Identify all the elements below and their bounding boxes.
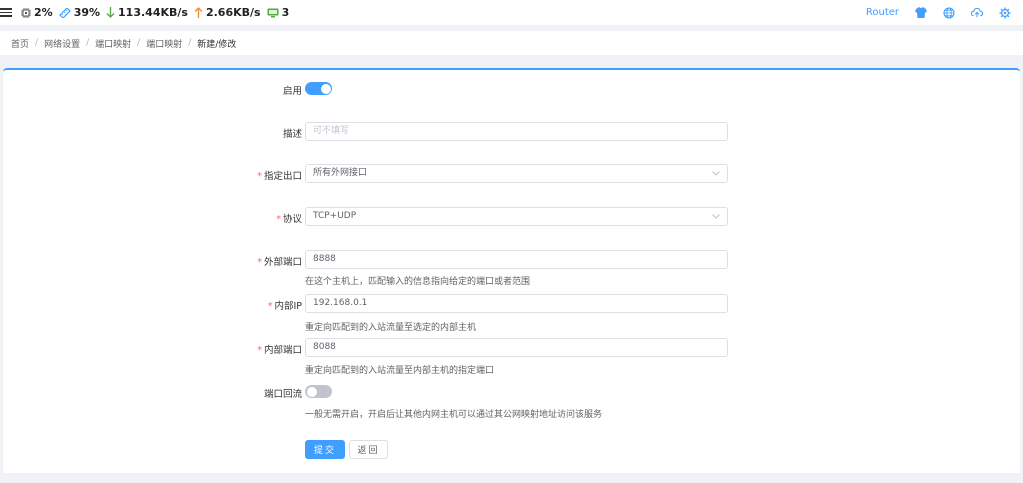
memory-icon: [58, 7, 71, 18]
gear-icon[interactable]: [999, 7, 1011, 19]
internal-ip-hint: 重定向匹配到的入站流量至选定的内部主机: [305, 323, 477, 333]
internal-ip-value: 192.168.0.1: [313, 298, 368, 308]
upload-arrow-icon: [194, 7, 203, 18]
port-mapping-form: 启用 描述 可不填写 * 指定出口 所有外网接口 * 协议 TCP+UDP * 外部端…: [3, 68, 1020, 473]
memory-stat: 39%: [58, 6, 101, 19]
external-port-value: 8888: [313, 254, 336, 264]
breadcrumb-separator: /: [35, 38, 39, 48]
tshirt-icon[interactable]: [915, 7, 927, 19]
external-port-input[interactable]: 8888: [305, 250, 728, 269]
submit-button[interactable]: 提交: [305, 440, 345, 459]
internal-ip-input[interactable]: 192.168.0.1: [305, 294, 728, 313]
enable-row: 启用: [3, 82, 1020, 97]
loopback-hint: 一般无需开启，开启后让其他内网主机可以通过其公网映射地址访问该服务: [305, 410, 603, 420]
router-link[interactable]: Router: [866, 7, 899, 18]
breadcrumb-separator: /: [188, 38, 192, 48]
cpu-value: 2%: [34, 6, 53, 19]
loopback-row: 端口回流 一般无需开启，开启后让其他内网主机可以通过其公网映射地址访问该服务: [3, 385, 1020, 420]
internal-ip-label: * 内部IP: [267, 301, 302, 312]
top-right-actions: Router: [866, 0, 1011, 25]
monitor-icon: [267, 8, 279, 17]
download-value: 113.44KB/s: [118, 6, 188, 19]
cloud-upload-icon[interactable]: [971, 7, 983, 19]
external-port-hint: 在这个主机上，匹配输入的信息指向给定的端口或者范围: [305, 277, 531, 287]
outlet-select[interactable]: 所有外网接口: [305, 164, 728, 183]
breadcrumb: 首页 / 网络设置 / 端口映射 / 端口映射 / 新建/修改: [0, 31, 1023, 55]
required-asterisk: *: [276, 214, 281, 225]
description-input[interactable]: 可不填写: [305, 122, 728, 141]
breadcrumb-port-mapping[interactable]: 端口映射: [95, 37, 131, 50]
memory-value: 39%: [73, 6, 101, 19]
loopback-label: 端口回流: [263, 389, 302, 400]
breadcrumb-home[interactable]: 首页: [11, 37, 29, 50]
enable-switch[interactable]: [305, 82, 332, 95]
breadcrumb-separator: /: [137, 38, 141, 48]
chevron-down-icon: [712, 171, 720, 176]
breadcrumb-port-mapping-sub[interactable]: 端口映射: [146, 37, 182, 50]
required-asterisk: *: [257, 345, 262, 356]
internal-port-input[interactable]: 8088: [305, 338, 728, 357]
download-stat: 113.44KB/s: [106, 6, 188, 19]
loopback-switch[interactable]: [305, 385, 332, 398]
top-bar: 2% 39% 113.44KB/s 2.66KB/s 3 Router: [0, 0, 1023, 25]
breadcrumb-network[interactable]: 网络设置: [44, 37, 80, 50]
internal-port-label: * 内部端口: [257, 345, 302, 356]
protocol-select[interactable]: TCP+UDP: [305, 207, 728, 226]
menu-toggle-icon[interactable]: [0, 8, 12, 17]
description-placeholder: 可不填写: [313, 126, 350, 136]
outlet-value: 所有外网接口: [313, 168, 368, 178]
download-arrow-icon: [106, 7, 115, 18]
chevron-down-icon: [712, 214, 720, 219]
protocol-label: * 协议: [276, 214, 302, 225]
system-stats: 2% 39% 113.44KB/s 2.66KB/s 3: [21, 6, 295, 19]
breadcrumb-separator: /: [86, 38, 90, 48]
enable-label: 启用: [282, 86, 302, 97]
required-asterisk: *: [257, 171, 262, 182]
cpu-icon: [21, 7, 31, 18]
clients-value: 3: [281, 6, 290, 19]
internal-port-value: 8088: [313, 342, 336, 352]
breadcrumb-current: 新建/修改: [197, 39, 237, 50]
cpu-stat: 2%: [21, 6, 53, 19]
upload-value: 2.66KB/s: [205, 6, 261, 19]
description-label: 描述: [282, 129, 302, 140]
external-port-label: * 外部端口: [257, 257, 302, 268]
internal-port-hint: 重定向匹配到的入站流量至内部主机的指定端口: [305, 366, 495, 376]
back-button[interactable]: 返回: [349, 440, 388, 459]
clients-stat: 3: [267, 6, 290, 19]
required-asterisk: *: [257, 257, 262, 268]
required-asterisk: *: [267, 301, 273, 312]
upload-stat: 2.66KB/s: [194, 6, 261, 19]
outlet-label: * 指定出口: [257, 171, 302, 182]
globe-icon[interactable]: [943, 6, 955, 19]
protocol-value: TCP+UDP: [313, 211, 357, 221]
